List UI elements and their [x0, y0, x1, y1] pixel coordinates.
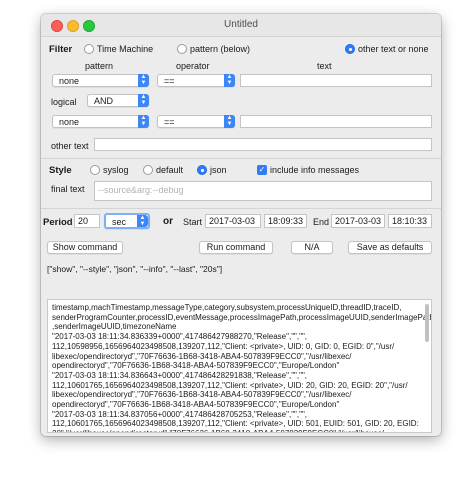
output-line: opendirectoryd","70F76636-1B68-3418-ABA4… [52, 400, 340, 409]
start-label: Start [183, 217, 203, 227]
radio-pattern-below[interactable] [177, 44, 187, 54]
run-command-button[interactable]: Run command [199, 241, 273, 254]
end-time-value: 18:10:33 [392, 216, 428, 226]
title-bar: Untitled [41, 14, 441, 37]
output-line: 20","/usr/libexec/opendirectoryd","70F76… [52, 429, 384, 432]
chevron-updown-icon: ▲ ▼ [138, 74, 149, 87]
operator-select-2-value: == [164, 117, 175, 127]
or-label: or [163, 216, 173, 227]
end-time-field[interactable]: 18:10:33 [388, 214, 432, 228]
logical-label: logical [51, 97, 77, 107]
output-line: libexec/opendirectoryd","70F76636-1B68-3… [52, 351, 352, 361]
radio-default[interactable] [143, 165, 153, 175]
window-title: Untitled [224, 19, 258, 30]
radio-other-text[interactable] [345, 44, 355, 54]
period-value: 20 [78, 216, 89, 226]
radio-json[interactable] [197, 165, 207, 175]
end-date-value: 2017-03-03 [335, 216, 382, 226]
chevron-updown-icon: ▲ ▼ [224, 115, 235, 128]
operator-select-1-value: == [164, 76, 175, 86]
radio-syslog[interactable] [90, 165, 100, 175]
end-date-field[interactable]: 2017-03-03 [331, 214, 385, 228]
output-line: senderProgramCounter,processID,eventMess… [52, 312, 432, 322]
output-line: 112,10601765,1656964023498508,139207,112… [52, 380, 408, 390]
other-text-label: other text [51, 141, 89, 151]
include-info-label: include info messages [270, 165, 360, 175]
final-text-placeholder: --source&arg:--debug [98, 185, 184, 195]
other-text-field[interactable] [94, 138, 432, 151]
end-label: End [313, 217, 330, 227]
na-button[interactable]: N/A [291, 241, 333, 254]
radio-syslog-label: syslog [103, 165, 129, 175]
pattern-select-1[interactable]: none ▲ ▼ [52, 74, 149, 87]
style-label: Style [49, 165, 72, 176]
chevron-updown-icon: ▲ ▼ [224, 74, 235, 87]
output-line: opendirectoryd","70F76636-1B68-3418-ABA4… [52, 361, 340, 371]
radio-time-machine[interactable] [84, 44, 94, 54]
chevron-updown-icon: ▲ ▼ [138, 115, 149, 128]
radio-time-machine-label: Time Machine [97, 44, 154, 54]
scrollbar-thumb[interactable] [425, 304, 429, 342]
period-unit-value: sec [112, 217, 127, 227]
filter-label: Filter [49, 44, 73, 55]
start-time-value: 18:09:33 [268, 216, 304, 226]
period-unit-select[interactable]: sec ▲ ▼ [104, 213, 150, 229]
column-header-operator: operator [176, 61, 210, 71]
output-line: timestamp,machTimestamp,messageType,cate… [52, 303, 402, 312]
text-field-2[interactable] [240, 115, 432, 128]
checkmark-icon: ✓ [258, 165, 266, 174]
output-line: "2017-03-03 18:11:34.836643+0000",417486… [52, 370, 307, 380]
start-time-field[interactable]: 18:09:33 [264, 214, 307, 228]
operator-select-1[interactable]: == ▲ ▼ [157, 74, 235, 87]
output-line: 112,10601765,1656964023498508,139207,112… [52, 419, 419, 429]
divider [41, 208, 441, 209]
output-line: "2017-03-03 18:11:34.836339+0000",417486… [52, 332, 307, 342]
output-line: 112,10598956,1656964023498508,139207,112… [52, 341, 395, 351]
operator-select-2[interactable]: == ▲ ▼ [157, 115, 235, 128]
pattern-select-2-value: none [59, 117, 80, 127]
radio-default-label: default [156, 165, 184, 175]
start-date-field[interactable]: 2017-03-03 [205, 214, 261, 228]
radio-other-text-label: other text or none [358, 44, 429, 54]
period-value-field[interactable]: 20 [74, 214, 100, 228]
main-window: Untitled Filter Time Machine pattern (be… [41, 14, 441, 436]
text-field-1[interactable] [240, 74, 432, 87]
final-text-label: final text [51, 184, 85, 194]
logical-select-value: AND [94, 96, 114, 106]
output-line: libexec/opendirectoryd","70F76636-1B68-3… [52, 390, 352, 400]
radio-pattern-below-label: pattern (below) [190, 44, 251, 54]
include-info-checkbox[interactable]: ✓ [257, 165, 267, 175]
command-text: ["show", "--style", "json", "--info", "-… [47, 264, 223, 274]
period-label: Period [43, 217, 73, 228]
start-date-value: 2017-03-03 [209, 216, 256, 226]
column-header-pattern: pattern [85, 61, 114, 71]
output-line: ,senderImageUUID,timezoneName [52, 322, 177, 332]
chevron-updown-icon: ▲ ▼ [137, 215, 148, 227]
pattern-select-1-value: none [59, 76, 80, 86]
final-text-field[interactable]: --source&arg:--debug [94, 181, 432, 201]
radio-json-label: json [210, 165, 227, 175]
save-as-defaults-button[interactable]: Save as defaults [348, 241, 432, 254]
logical-select[interactable]: AND ▲ ▼ [87, 94, 149, 107]
divider [41, 158, 441, 159]
output-line: "2017-03-03 18:11:34.837056+0000",417486… [52, 409, 307, 419]
output-text-area[interactable]: timestamp,machTimestamp,messageType,cate… [47, 299, 432, 433]
column-header-text: text [317, 61, 332, 71]
show-command-button[interactable]: Show command [47, 241, 123, 254]
pattern-select-2[interactable]: none ▲ ▼ [52, 115, 149, 128]
chevron-updown-icon: ▲ ▼ [138, 94, 149, 107]
